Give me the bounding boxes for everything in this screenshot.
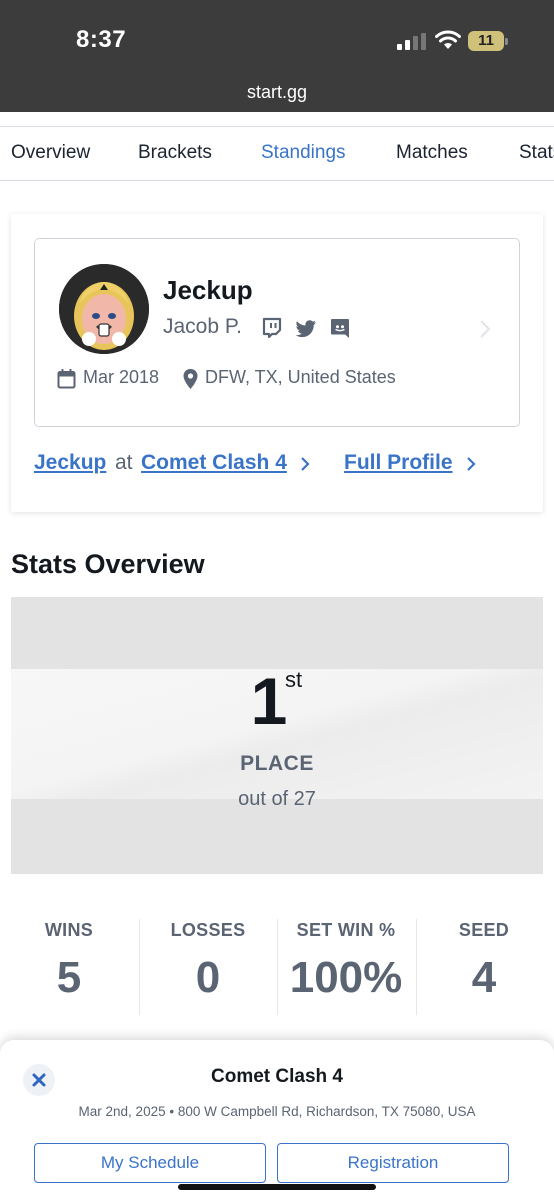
placement-suffix: st [285,667,303,692]
battery-level: 11 [468,31,504,51]
event-name: Comet Clash 4 [211,1066,343,1087]
event-tabs: Overview Brackets Standings Matches Stat… [0,126,554,181]
stats-columns: WINS 5 LOSSES 0 SET WIN % 100% SEED 4 [0,875,554,1040]
placement-out-of: out of 27 [238,788,316,810]
event-bottom-sheet: Comet Clash 4 Mar 2nd, 2025 • 800 W Camp… [0,1040,554,1200]
clock: 8:37 [76,26,127,53]
placement-panel: 1 st PLACE out of 27 [11,597,543,874]
my-schedule-button[interactable]: My Schedule [34,1143,266,1183]
stats-overview-title: Stats Overview [11,549,205,579]
chevron-right-icon [301,457,310,471]
registration-button[interactable]: Registration [277,1143,509,1183]
placement-number: 1 [250,664,288,738]
player-gamer-tag: Jeckup [163,275,253,305]
link-at-text: at [115,451,133,474]
placement-label: PLACE [240,752,314,775]
status-bar: 8:37 11 start.gg [0,0,554,112]
chevron-right-icon [467,457,476,471]
player-joined-date: Mar 2018 [83,367,160,387]
player-card: Jeckup Jacob P. Mar 2018 DFW, TX, United… [11,214,543,512]
cellular-signal-icon [397,33,426,50]
player-real-name: Jacob P. [163,315,243,338]
tab-overview[interactable]: Overview [11,142,90,164]
twitter-icon[interactable] [295,317,317,339]
stat-losses: LOSSES 0 [170,920,246,1002]
tab-matches[interactable]: Matches [396,142,468,164]
event-date-location: Mar 2nd, 2025 • 800 W Campbell Rd, Richa… [78,1104,476,1119]
stat-wins: WINS 5 [44,920,94,1002]
location-pin-icon [183,369,198,389]
avatar [59,264,149,354]
tab-standings[interactable]: Standings [261,142,346,164]
tab-stats[interactable]: Stats [519,142,554,164]
player-name-link[interactable]: Jeckup [34,451,106,475]
discord-icon[interactable] [329,317,351,339]
full-profile-link[interactable]: Full Profile [344,451,453,475]
url-bar[interactable]: start.gg [0,82,554,103]
chevron-right-icon [480,320,491,338]
wifi-icon [435,30,461,49]
player-location: DFW, TX, United States [205,367,396,387]
stat-seed: SEED 4 [458,920,510,1002]
event-link[interactable]: Comet Clash 4 [141,451,287,475]
home-indicator[interactable] [178,1184,376,1190]
stat-set-win-percent: SET WIN % 100% [289,920,403,1002]
tab-brackets[interactable]: Brackets [138,142,212,164]
calendar-icon [57,369,76,389]
player-profile-box[interactable]: Jeckup Jacob P. Mar 2018 DFW, TX, United… [34,238,520,427]
battery-icon: 11 [468,31,508,51]
twitch-icon[interactable] [261,317,283,339]
